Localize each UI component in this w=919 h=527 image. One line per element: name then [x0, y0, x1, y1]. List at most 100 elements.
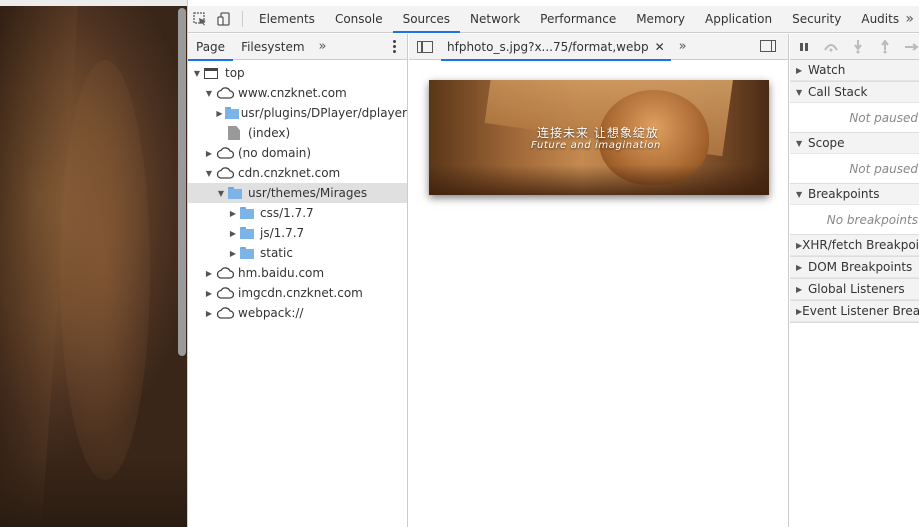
section-arrow-icon: ▼ [796, 189, 803, 199]
collapse-arrow-icon[interactable]: ▶ [204, 269, 214, 278]
tab-page[interactable]: Page [188, 34, 234, 61]
tab-application[interactable]: Application [695, 6, 782, 32]
section-title: Watch [808, 63, 846, 77]
pause-icon[interactable] [796, 39, 813, 55]
folder-icon [224, 107, 239, 119]
devtools-panel: Elements Console Sources Network Perform… [187, 0, 919, 527]
tree-item-label: js/1.7.7 [260, 226, 305, 240]
collapse-arrow-icon[interactable]: ▶ [204, 149, 214, 158]
photo-highlight [60, 60, 150, 480]
debugger-section: ▼ Call Stack Not paused [790, 82, 919, 133]
tree-item-label: hm.baidu.com [238, 266, 325, 280]
expand-arrow-icon[interactable]: ▼ [204, 89, 214, 98]
step-into-icon[interactable] [850, 39, 867, 55]
tree-item[interactable]: ▶ imgcdn.cnzknet.com [188, 283, 407, 303]
tree-item-label: webpack:// [238, 306, 304, 320]
cloud-icon [216, 287, 235, 299]
cloud-icon [216, 307, 235, 319]
preview-caption-cn: 连接未来 让想象绽放 [537, 126, 659, 140]
cloud-icon [216, 167, 235, 179]
frame-icon [204, 67, 218, 79]
section-header[interactable]: ▶ Global Listeners [790, 279, 919, 300]
collapse-arrow-icon[interactable]: ▶ [204, 309, 214, 318]
tab-memory[interactable]: Memory [626, 6, 695, 32]
tree-item[interactable]: ▼ usr/themes/Mirages [188, 183, 407, 203]
tab-performance[interactable]: Performance [530, 6, 626, 32]
section-header[interactable]: ▼ Breakpoints [790, 184, 919, 205]
tab-filesystem[interactable]: Filesystem [233, 34, 312, 60]
tree-item[interactable]: ▶ js/1.7.7 [188, 223, 407, 243]
toggle-debugger-icon[interactable] [760, 40, 776, 52]
expand-arrow-icon[interactable]: ▼ [216, 189, 226, 198]
tree-item-label: www.cnzknet.com [238, 86, 347, 100]
collapse-arrow-icon[interactable]: ▶ [216, 109, 223, 118]
tab-audits[interactable]: Audits [851, 6, 909, 32]
step-over-icon[interactable] [823, 39, 840, 55]
tab-network[interactable]: Network [460, 6, 530, 32]
toggle-navigator-icon[interactable] [417, 40, 433, 53]
section-status: No breakpoints [826, 212, 918, 227]
tree-item-label: usr/plugins/DPlayer/dplayer [240, 106, 407, 120]
tab-elements[interactable]: Elements [249, 6, 325, 32]
tree-item[interactable]: ▼ www.cnzknet.com [188, 83, 407, 103]
section-title: Scope [808, 136, 845, 150]
tree-item[interactable]: ▼ top [188, 63, 407, 83]
navigator-more-icon[interactable]: » [313, 39, 333, 54]
debugger-toolbar [790, 34, 919, 60]
tree-item[interactable]: (index) [188, 123, 407, 143]
tree-item[interactable]: ▶ css/1.7.7 [188, 203, 407, 223]
editor-tabs: hfphoto_s.jpg?x...75/format,webp ✕ » [409, 34, 788, 61]
photo-bottom [0, 457, 187, 527]
section-title: DOM Breakpoints [808, 260, 913, 274]
tree-item[interactable]: ▼ cdn.cnzknet.com [188, 163, 407, 183]
tree-item[interactable]: ▶ (no domain) [188, 143, 407, 163]
cloud-icon [216, 267, 235, 279]
inspect-element-icon[interactable] [188, 6, 212, 32]
section-header[interactable]: ▶Event Listener Breakpoints [790, 301, 919, 322]
section-header[interactable]: ▶ Watch [790, 60, 919, 81]
tab-console[interactable]: Console [325, 6, 393, 32]
section-arrow-icon: ▶ [796, 262, 803, 272]
folder-icon [228, 187, 242, 199]
main-toolbar: Elements Console Sources Network Perform… [188, 6, 919, 33]
section-header[interactable]: ▼ Call Stack [790, 82, 919, 103]
section-header[interactable]: ▶ DOM Breakpoints [790, 257, 919, 278]
tree-item-label: imgcdn.cnzknet.com [238, 286, 363, 300]
tree-item-label: (index) [248, 126, 291, 140]
collapse-arrow-icon[interactable]: ▶ [228, 249, 238, 258]
step-out-icon[interactable] [876, 39, 893, 55]
tree-item[interactable]: ▶ webpack:// [188, 303, 407, 323]
collapse-arrow-icon[interactable]: ▶ [228, 229, 238, 238]
debugger-section: ▶ Global Listeners [790, 279, 919, 301]
expand-arrow-icon[interactable]: ▼ [204, 169, 214, 178]
section-title: Event Listener Breakpoints [802, 304, 919, 318]
collapse-arrow-icon[interactable]: ▶ [228, 209, 238, 218]
tree-item-label: cdn.cnzknet.com [238, 166, 341, 180]
top-strip [0, 0, 187, 6]
section-arrow-icon: ▼ [796, 87, 803, 97]
page-scrollbar[interactable] [178, 8, 186, 356]
section-arrow-icon: ▶ [796, 284, 803, 294]
section-header[interactable]: ▼ Scope [790, 133, 919, 154]
tree-item-label: top [225, 66, 245, 80]
tab-sources[interactable]: Sources [392, 6, 461, 33]
tab-open-file[interactable]: hfphoto_s.jpg?x...75/format,webp ✕ [441, 34, 671, 61]
tree-item[interactable]: ▶ usr/plugins/DPlayer/dplayer [188, 103, 407, 123]
expand-arrow-icon[interactable]: ▼ [192, 69, 202, 78]
tab-security[interactable]: Security [782, 6, 851, 32]
tree-item[interactable]: ▶ static [188, 243, 407, 263]
cloud-icon [216, 87, 235, 99]
section-title: XHR/fetch Breakpoints [802, 238, 919, 252]
editor-more-icon[interactable]: » [671, 39, 695, 54]
collapse-arrow-icon[interactable]: ▶ [204, 289, 214, 298]
tree-item[interactable]: ▶ hm.baidu.com [188, 263, 407, 283]
section-arrow-icon: ▶ [796, 65, 803, 75]
step-icon[interactable] [903, 39, 919, 55]
section-header[interactable]: ▶XHR/fetch Breakpoints [790, 235, 919, 256]
kebab-menu-icon[interactable] [393, 40, 397, 53]
section-title: Breakpoints [808, 187, 880, 201]
close-icon[interactable]: ✕ [655, 34, 665, 60]
device-toolbar-icon[interactable] [212, 6, 236, 32]
more-tabs-icon[interactable]: » [905, 6, 914, 32]
preview-floor [429, 165, 769, 195]
